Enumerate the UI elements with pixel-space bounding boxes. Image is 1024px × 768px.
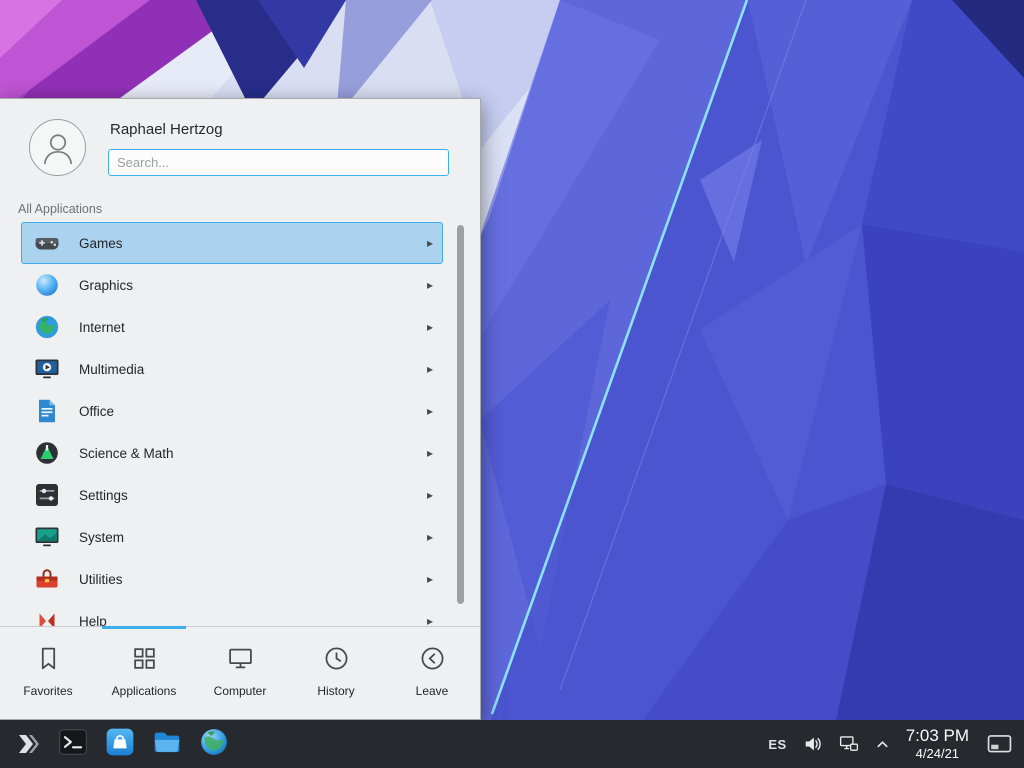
category-item-system[interactable]: System ▸: [21, 516, 443, 558]
application-launcher-popup: Raphael Hertzog All Applications Games ▸…: [0, 98, 481, 720]
graphics-icon: [34, 272, 60, 298]
category-item-utilities[interactable]: Utilities ▸: [21, 558, 443, 600]
user-name: Raphael Hertzog: [110, 121, 223, 138]
search-input[interactable]: [108, 149, 449, 176]
category-label: Office: [79, 404, 427, 419]
tab-label: Favorites: [23, 684, 72, 698]
clock-time: 7:03 PM: [906, 726, 969, 746]
category-label: Internet: [79, 320, 427, 335]
chevron-right-icon: ▸: [427, 236, 433, 250]
settings-icon: [34, 482, 60, 508]
category-label: Settings: [79, 488, 427, 503]
tab-label: History: [317, 684, 354, 698]
leave-icon: [419, 645, 446, 677]
tab-bar: Favorites Applications Computer History …: [0, 626, 480, 719]
category-label: Graphics: [79, 278, 427, 293]
desktop: Raphael Hertzog All Applications Games ▸…: [0, 0, 1024, 768]
chevron-right-icon: ▸: [427, 278, 433, 292]
system-tray: ES 7:03 PM 4/24/21: [768, 726, 1016, 761]
category-item-settings[interactable]: Settings ▸: [21, 474, 443, 516]
computer-icon: [227, 645, 254, 677]
chevron-right-icon: ▸: [427, 362, 433, 376]
section-label: All Applications: [18, 202, 102, 216]
chevron-right-icon: ▸: [427, 320, 433, 334]
tab-favorites[interactable]: Favorites: [0, 627, 96, 719]
scrollbar[interactable]: [457, 225, 464, 604]
internet-icon: [34, 314, 60, 340]
history-icon: [323, 645, 350, 677]
tray-expander-icon[interactable]: [875, 737, 890, 752]
science-icon: [34, 440, 60, 466]
network-icon[interactable]: [839, 734, 859, 754]
clock-date: 4/24/21: [906, 746, 969, 761]
favorites-icon: [35, 645, 62, 677]
category-item-office[interactable]: Office ▸: [21, 390, 443, 432]
applications-icon: [131, 645, 158, 677]
tab-computer[interactable]: Computer: [192, 627, 288, 719]
tab-label: Computer: [214, 684, 267, 698]
category-item-multimedia[interactable]: Multimedia ▸: [21, 348, 443, 390]
category-item-help[interactable]: Help ▸: [21, 600, 443, 628]
folder-icon: [152, 727, 182, 762]
tab-leave[interactable]: Leave: [384, 627, 480, 719]
tab-label: Applications: [112, 684, 177, 698]
browser-globe-icon: [199, 727, 229, 762]
volume-icon[interactable]: [803, 734, 823, 754]
office-icon: [34, 398, 60, 424]
category-item-graphics[interactable]: Graphics ▸: [21, 264, 443, 306]
multimedia-icon: [34, 356, 60, 382]
taskbar-app-file-manager[interactable]: [150, 727, 184, 761]
app-launcher-button[interactable]: [8, 724, 48, 764]
chevron-right-icon: ▸: [427, 572, 433, 586]
category-label: Utilities: [79, 572, 427, 587]
user-avatar[interactable]: [29, 119, 86, 176]
tab-label: Leave: [416, 684, 449, 698]
chevron-right-icon: ▸: [427, 488, 433, 502]
category-label: Games: [79, 236, 427, 251]
discover-icon: [105, 727, 135, 762]
terminal-icon: [58, 727, 88, 762]
games-icon: [34, 230, 60, 256]
chevron-right-icon: ▸: [427, 404, 433, 418]
help-icon: [34, 608, 60, 628]
taskbar-app-discover[interactable]: [103, 727, 137, 761]
clock[interactable]: 7:03 PM 4/24/21: [906, 726, 969, 761]
category-item-games[interactable]: Games ▸: [21, 222, 443, 264]
utilities-icon: [34, 566, 60, 592]
category-label: System: [79, 530, 427, 545]
category-list: Games ▸ Graphics ▸ Internet ▸ Multimedia…: [0, 222, 480, 628]
chevron-right-icon: ▸: [427, 446, 433, 460]
category-label: Science & Math: [79, 446, 427, 461]
tab-applications[interactable]: Applications: [96, 627, 192, 719]
category-item-science-math[interactable]: Science & Math ▸: [21, 432, 443, 474]
taskbar-app-web-browser[interactable]: [197, 727, 231, 761]
pinned-apps: [56, 727, 231, 761]
tab-history[interactable]: History: [288, 627, 384, 719]
show-desktop-button[interactable]: [987, 734, 1012, 755]
taskbar: ES 7:03 PM 4/24/21: [0, 720, 1024, 768]
chevron-right-icon: ▸: [427, 530, 433, 544]
active-tab-indicator: [102, 626, 186, 629]
system-icon: [34, 524, 60, 550]
category-label: Multimedia: [79, 362, 427, 377]
category-item-internet[interactable]: Internet ▸: [21, 306, 443, 348]
taskbar-app-terminal[interactable]: [56, 727, 90, 761]
keyboard-layout-indicator[interactable]: ES: [768, 737, 786, 752]
